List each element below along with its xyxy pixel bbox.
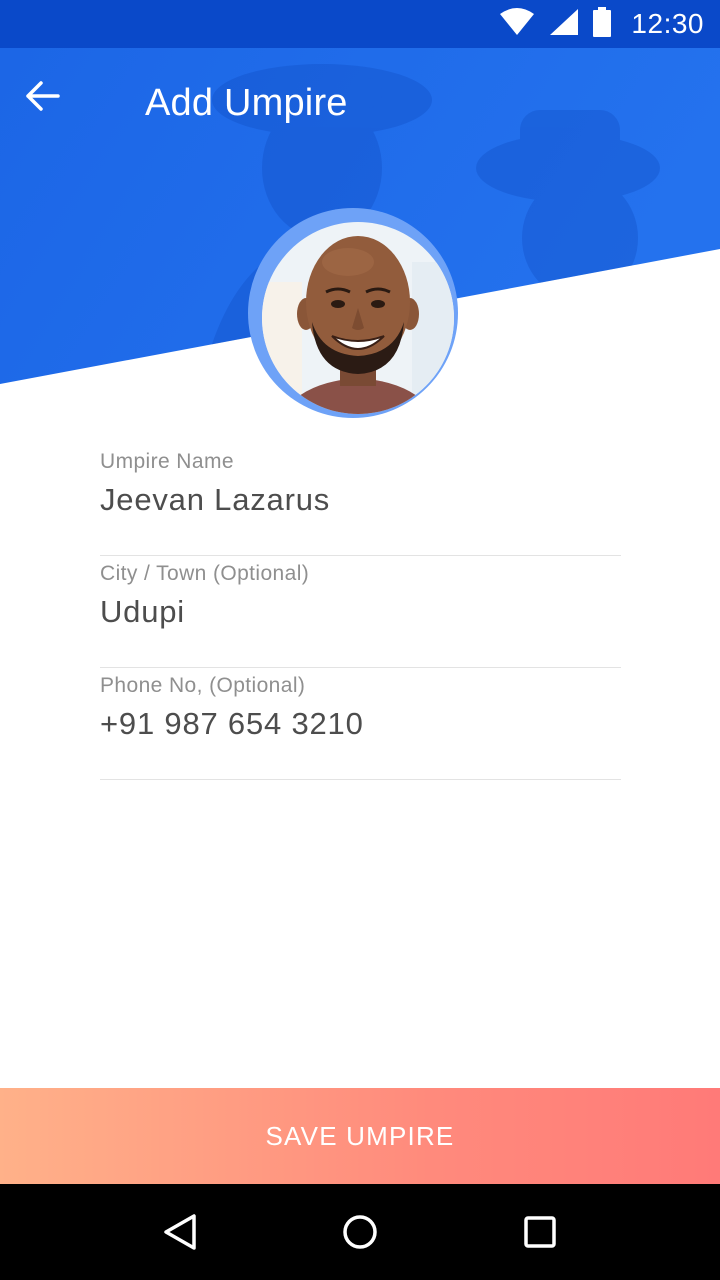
phone-label: Phone No, (Optional) xyxy=(100,674,306,697)
umpire-name-label: Umpire Name xyxy=(100,450,234,473)
wifi-icon xyxy=(499,7,535,41)
status-bar: 12:30 xyxy=(0,0,720,48)
profile-photo xyxy=(262,222,454,414)
save-umpire-button[interactable]: SAVE UMPIRE xyxy=(0,1088,720,1184)
recents-square-icon xyxy=(524,1216,556,1248)
battery-icon xyxy=(593,6,612,42)
back-triangle-icon xyxy=(164,1214,196,1250)
city-town-field[interactable]: City / Town (Optional) Udupi xyxy=(100,556,621,668)
home-circle-icon xyxy=(343,1215,377,1249)
umpire-form: Umpire Name Jeevan Lazarus City / Town (… xyxy=(100,444,621,780)
avatar-ring[interactable] xyxy=(248,208,458,418)
city-town-input[interactable]: Udupi xyxy=(100,594,621,630)
phone-field[interactable]: Phone No, (Optional) +91 987 654 3210 xyxy=(100,668,621,780)
page-title: Add Umpire xyxy=(145,82,348,124)
back-button[interactable] xyxy=(24,80,88,132)
signal-icon xyxy=(549,8,579,41)
avatar xyxy=(262,222,454,414)
status-time: 12:30 xyxy=(631,8,704,39)
nav-recents-button[interactable] xyxy=(510,1202,570,1262)
nav-back-button[interactable] xyxy=(150,1202,210,1262)
phone-input[interactable]: +91 987 654 3210 xyxy=(100,706,621,742)
umpire-name-input[interactable]: Jeevan Lazarus xyxy=(100,482,621,518)
umpire-name-field[interactable]: Umpire Name Jeevan Lazarus xyxy=(100,444,621,556)
city-town-label: City / Town (Optional) xyxy=(100,562,310,585)
system-nav-bar xyxy=(0,1184,720,1280)
add-umpire-screen: 12:30 Add Umpire Umpire Name Jeevan Laza… xyxy=(0,0,720,1280)
nav-home-button[interactable] xyxy=(330,1202,390,1262)
